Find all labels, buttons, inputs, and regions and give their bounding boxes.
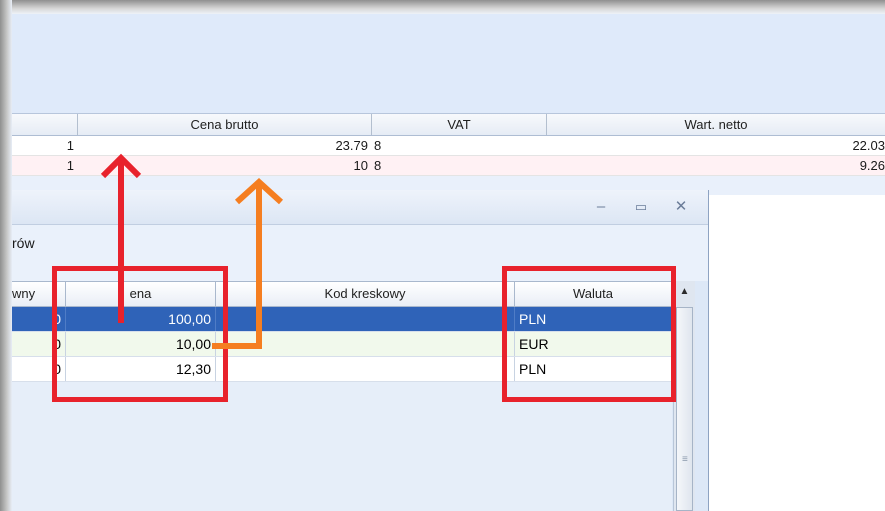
- price-highlight-box: [52, 266, 228, 402]
- cell-vat: 8: [374, 138, 382, 153]
- main-table-header: Cena brutto VAT Wart. netto: [12, 113, 885, 136]
- maximize-icon[interactable]: ▭: [630, 197, 652, 217]
- vertical-scrollbar[interactable]: ▲ ≡: [673, 281, 695, 511]
- table-row[interactable]: 1 23.79 8 22.03: [12, 136, 885, 156]
- cell-net-value: 22.03: [852, 138, 885, 153]
- cell-vat: 8: [374, 158, 382, 173]
- cell-net-value: 9.26: [859, 158, 885, 173]
- grip-icon: ≡: [682, 454, 688, 465]
- header-barcode[interactable]: Kod kreskowy: [216, 282, 515, 306]
- scroll-up-icon[interactable]: ▲: [674, 281, 695, 303]
- screenshot-shadow: [0, 0, 885, 14]
- close-icon[interactable]: ✕: [670, 197, 692, 217]
- ribbon-area: [12, 14, 885, 113]
- header-qty[interactable]: [12, 114, 78, 135]
- cell-qty: 1: [66, 158, 74, 173]
- header-vat[interactable]: VAT: [372, 114, 547, 135]
- menu-item-products[interactable]: rów: [12, 235, 35, 251]
- cell-qty: 1: [66, 138, 74, 153]
- cell-gross-price: 23.79: [335, 138, 368, 153]
- cell-barcode: [216, 332, 515, 356]
- table-row[interactable]: 1 10 8 9.26: [12, 156, 885, 176]
- minimize-icon[interactable]: –: [590, 197, 612, 217]
- cell-barcode: [216, 307, 515, 331]
- cell-barcode: [216, 357, 515, 381]
- cell-gross-price: 10: [353, 158, 368, 173]
- scroll-thumb[interactable]: ≡: [676, 307, 693, 511]
- currency-highlight-box: [502, 266, 676, 402]
- screenshot-shadow: [0, 0, 12, 511]
- header-net-value[interactable]: Wart. netto: [547, 114, 885, 135]
- header-gross-price[interactable]: Cena brutto: [78, 114, 372, 135]
- screenshot-frame: Cena brutto VAT Wart. netto 1 23.79 8 22…: [0, 0, 885, 511]
- child-titlebar[interactable]: – ▭ ✕: [12, 190, 708, 225]
